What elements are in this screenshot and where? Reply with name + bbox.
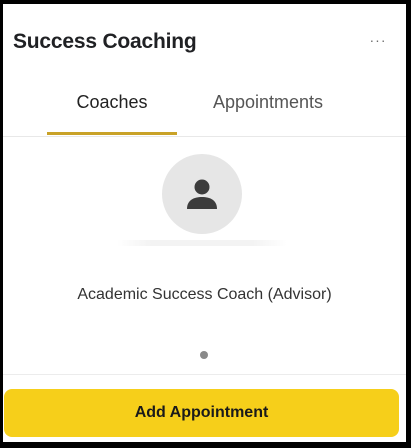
tab-coaches[interactable]: Coaches [47, 78, 177, 136]
coach-role: Academic Success Coach (Advisor) [77, 286, 332, 303]
more-options-button[interactable]: ··· [365, 30, 391, 50]
screen-frame: Success Coaching ··· Coaches Appointment… [0, 0, 411, 448]
more-horizontal-icon: ··· [369, 32, 387, 48]
card-header: Success Coaching ··· [3, 4, 406, 78]
tab-coaches-label: Coaches [76, 92, 148, 112]
coach-name-placeholder [117, 240, 287, 246]
page-title: Success Coaching [13, 30, 197, 53]
tab-bar: Coaches Appointments [3, 78, 406, 137]
success-coaching-card: Success Coaching ··· Coaches Appointment… [3, 4, 406, 442]
tab-appointments[interactable]: Appointments [193, 78, 343, 136]
tab-appointments-label: Appointments [212, 92, 324, 112]
person-icon [187, 179, 217, 209]
pager-dot[interactable] [200, 351, 208, 359]
add-appointment-button[interactable]: Add Appointment [4, 389, 399, 437]
active-tab-indicator [47, 132, 177, 135]
avatar [162, 154, 242, 234]
divider [3, 374, 406, 375]
